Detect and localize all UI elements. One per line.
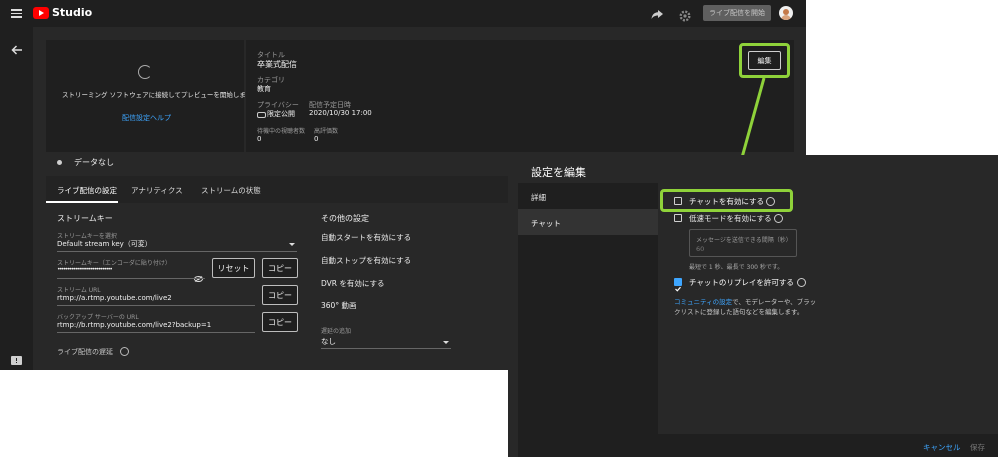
slow-mode-help-icon[interactable] bbox=[774, 214, 783, 223]
edit-button-label: 編集 bbox=[757, 56, 772, 65]
privacy-value: 限定公開 bbox=[267, 110, 295, 118]
copy-backup-button[interactable]: コピー bbox=[262, 312, 298, 332]
latency-label: ライブ配信の遅延 bbox=[57, 348, 113, 356]
replay-label[interactable]: チャットのリプレイを許可する bbox=[689, 277, 794, 288]
community-text-line1: コミュニティの設定で、モデレーターや、ブラッ bbox=[674, 296, 816, 306]
share-icon[interactable] bbox=[650, 6, 664, 20]
settings-gear-icon[interactable] bbox=[679, 7, 691, 22]
interval-input-placeholder: 60 bbox=[696, 245, 705, 253]
interval-hint: 最短で 1 秒、最長で 300 秒です。 bbox=[689, 264, 784, 271]
copy-key-button[interactable]: コピー bbox=[262, 258, 298, 278]
left-rail bbox=[0, 27, 33, 370]
dialog-title: 設定を編集 bbox=[531, 166, 586, 179]
dialog-nav: 詳細 チャット bbox=[518, 183, 658, 434]
delay-label: 遅延の追加 bbox=[321, 328, 352, 335]
preview-help-link[interactable]: 配信設定ヘルプ bbox=[122, 113, 171, 123]
waiting-viewers-value: 0 bbox=[257, 135, 262, 143]
delay-select[interactable]: なし bbox=[321, 336, 336, 347]
waiting-viewers-label: 待機中の視聴者数 bbox=[257, 128, 306, 135]
app-name: Studio bbox=[52, 6, 93, 19]
stream-url-underline bbox=[57, 305, 255, 306]
community-text-line2: クリストに登録した語句などを編集します。 bbox=[674, 308, 804, 316]
status-dot-icon bbox=[57, 160, 62, 165]
backup-url-label: バックアップ サーバーの URL bbox=[57, 314, 139, 321]
cancel-button[interactable]: キャンセル bbox=[923, 442, 961, 453]
menu-icon[interactable] bbox=[11, 9, 22, 18]
tab-live-settings[interactable]: ライブ配信の設定 bbox=[57, 185, 117, 196]
loading-spinner-icon bbox=[138, 65, 152, 79]
link-icon bbox=[257, 112, 266, 118]
replay-checkbox[interactable] bbox=[674, 278, 682, 292]
stream-url-value: rtmp://a.rtmp.youtube.com/live2 bbox=[57, 294, 172, 302]
youtube-logo-icon[interactable] bbox=[33, 7, 49, 19]
preview-message: ストリーミング ソフトウェアに接続してプレビューを開始します bbox=[62, 91, 253, 99]
copy-url-button[interactable]: コピー bbox=[262, 285, 298, 305]
dvr-toggle[interactable]: DVR を有効にする bbox=[321, 278, 384, 289]
auto-stop-toggle[interactable]: 自動ストップを有効にする bbox=[321, 255, 411, 266]
edit-button[interactable]: 編集 bbox=[748, 51, 781, 70]
tab-active-indicator bbox=[46, 201, 118, 203]
start-live-button[interactable]: ライブ配信を開始 bbox=[703, 5, 771, 21]
replay-help-icon[interactable] bbox=[797, 278, 806, 287]
preview-panel: ストリーミング ソフトウェアに接続してプレビューを開始します 配信設定ヘルプ bbox=[46, 40, 252, 152]
auto-start-toggle[interactable]: 自動スタートを有効にする bbox=[321, 232, 411, 243]
delay-dropdown-arrow-icon bbox=[443, 341, 449, 344]
help-circle-icon[interactable] bbox=[120, 347, 129, 356]
tab-bar: ライブ配信の設定 アナリティクス ストリームの状態 bbox=[46, 176, 516, 203]
backup-url-underline bbox=[57, 332, 255, 333]
stream-key-heading: ストリームキー bbox=[57, 214, 113, 223]
feedback-icon[interactable] bbox=[11, 356, 22, 365]
tab-stream-health[interactable]: ストリームの状態 bbox=[201, 185, 261, 196]
dropdown-arrow-icon bbox=[289, 243, 295, 246]
start-live-label: ライブ配信を開始 bbox=[709, 9, 765, 17]
stream-key-field-underline bbox=[57, 278, 205, 279]
back-arrow-icon[interactable] bbox=[11, 40, 23, 55]
top-bar: Studio ライブ配信を開始 bbox=[0, 0, 806, 27]
save-button[interactable]: 保存 bbox=[970, 442, 985, 453]
nav-item-chat-label: チャット bbox=[531, 219, 561, 228]
360-video-toggle[interactable]: 360° 動画 bbox=[321, 300, 356, 311]
slow-mode-checkbox[interactable] bbox=[674, 214, 682, 222]
likes-value: 0 bbox=[314, 135, 319, 143]
stream-key-select-underline bbox=[57, 251, 297, 252]
category-value: 教育 bbox=[257, 85, 271, 93]
backup-url-value: rtmp://b.rtmp.youtube.com/live2?backup=1 bbox=[57, 321, 212, 329]
interval-input-label: メッセージを送信できる間隔（秒） bbox=[696, 237, 792, 244]
details-panel: タイトル 卒業式配信 カテゴリ 教育 プライバシー 限定公開 配信予定日時 20… bbox=[246, 40, 794, 152]
nav-item-details[interactable]: 詳細 bbox=[518, 183, 658, 209]
enable-chat-label[interactable]: チャットを有効にする bbox=[689, 196, 764, 207]
status-text: データなし bbox=[74, 158, 114, 167]
check-icon bbox=[675, 286, 681, 292]
enable-chat-checkbox[interactable] bbox=[674, 197, 682, 205]
delay-select-underline bbox=[321, 348, 451, 349]
community-text-part1: で、モデレーターや、ブラッ bbox=[732, 298, 817, 306]
enable-chat-help-icon[interactable] bbox=[766, 197, 775, 206]
stream-url-label: ストリーム URL bbox=[57, 287, 101, 294]
nav-item-details-label: 詳細 bbox=[531, 193, 546, 202]
interval-input[interactable]: メッセージを送信できる間隔（秒） 60 bbox=[689, 229, 797, 257]
stream-key-field[interactable]: •••••••••••••••••••••••••••• bbox=[57, 266, 113, 273]
likes-label: 高評価数 bbox=[314, 128, 339, 135]
edit-settings-dialog: 設定を編集 詳細 チャット チャットを有効にする 低速モードを有効にする メッセ… bbox=[508, 155, 998, 457]
schedule-value: 2020/10/30 17:00 bbox=[309, 109, 372, 117]
visibility-off-icon[interactable] bbox=[194, 267, 203, 282]
slow-mode-label[interactable]: 低速モードを有効にする bbox=[689, 213, 772, 224]
avatar[interactable] bbox=[779, 6, 793, 20]
community-settings-link[interactable]: コミュニティの設定 bbox=[674, 298, 732, 306]
tab-analytics[interactable]: アナリティクス bbox=[131, 185, 183, 196]
other-settings-heading: その他の設定 bbox=[321, 214, 369, 223]
title-value: 卒業式配信 bbox=[257, 60, 297, 69]
stream-key-select[interactable]: Default stream key（可変） bbox=[57, 239, 152, 249]
nav-item-chat[interactable]: チャット bbox=[518, 209, 658, 235]
reset-button[interactable]: リセット bbox=[212, 258, 255, 278]
